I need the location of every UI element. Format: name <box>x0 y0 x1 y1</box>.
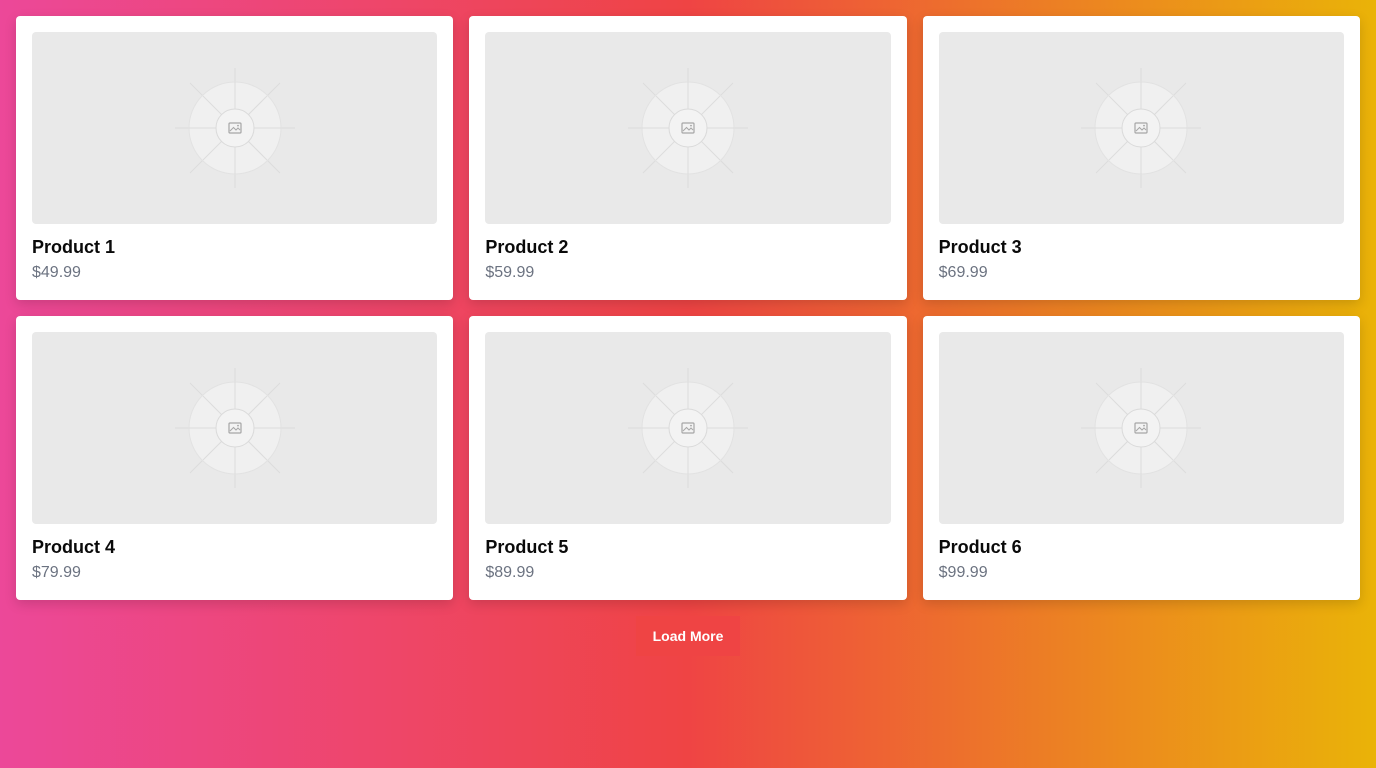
product-name: Product 4 <box>32 537 116 557</box>
product-thumbnail <box>938 332 1344 524</box>
product-card[interactable]: Product 3 $69.99 <box>922 16 1360 300</box>
image-placeholder-icon <box>627 368 748 488</box>
product-price: $79.99 <box>32 564 81 581</box>
product-thumbnail <box>485 332 891 524</box>
product-thumbnail <box>938 32 1344 224</box>
product-price: $99.99 <box>938 564 988 581</box>
image-placeholder-icon <box>627 68 748 188</box>
product-thumbnail <box>32 32 438 224</box>
product-name: Product 2 <box>485 237 569 257</box>
image-placeholder-icon <box>174 68 295 188</box>
product-price: $69.99 <box>938 264 988 281</box>
product-price: $89.99 <box>485 564 535 581</box>
product-thumbnail <box>32 332 438 524</box>
product-name: Product 3 <box>938 237 1022 257</box>
image-placeholder-icon <box>174 368 295 488</box>
product-thumbnail <box>485 32 891 224</box>
product-card[interactable]: Product 1 $49.99 <box>16 16 454 300</box>
product-name: Product 6 <box>938 537 1022 557</box>
image-placeholder-icon <box>1081 68 1202 188</box>
image-placeholder-icon <box>1081 368 1202 488</box>
product-name: Product 5 <box>485 537 569 557</box>
product-card[interactable]: Product 2 $59.99 <box>469 16 907 300</box>
product-name: Product 1 <box>32 237 116 257</box>
product-card[interactable]: Product 6 $99.99 <box>922 316 1360 600</box>
product-card[interactable]: Product 4 $79.99 <box>16 316 454 600</box>
product-price: $59.99 <box>485 264 535 281</box>
product-price: $49.99 <box>32 264 81 281</box>
product-grid: Product 1 $49.99 Product 2 $59.99 Produc… <box>16 16 1360 600</box>
load-more-button[interactable]: Load More <box>636 616 740 656</box>
product-card[interactable]: Product 5 $89.99 <box>469 316 907 600</box>
